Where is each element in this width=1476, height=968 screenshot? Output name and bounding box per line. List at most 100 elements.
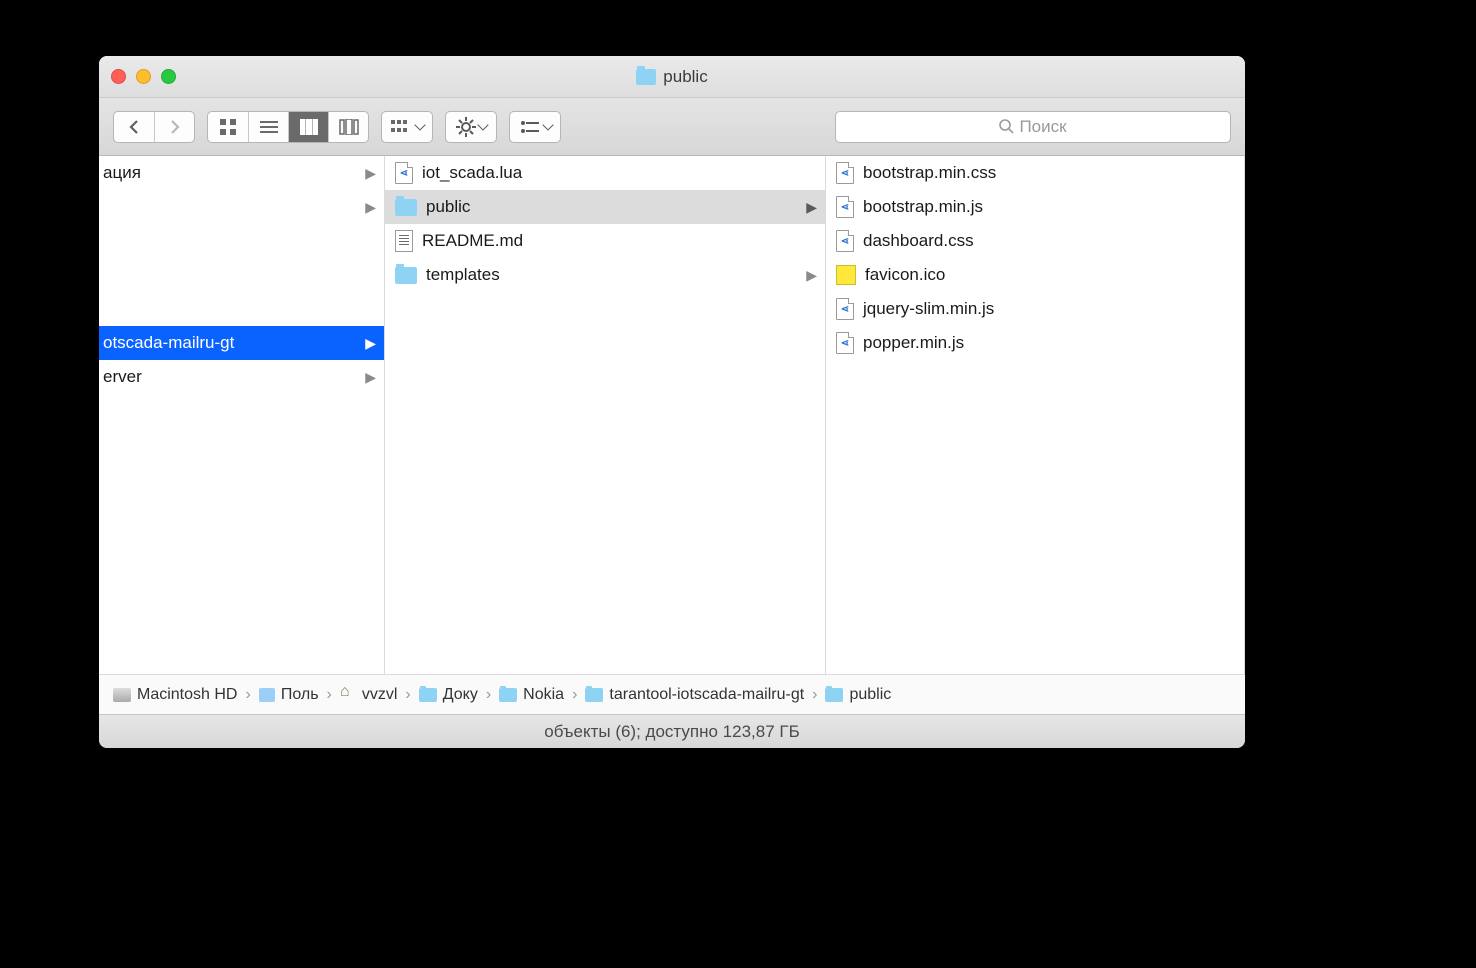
path-label: vvzvl: [362, 686, 398, 704]
disclosure-arrow-icon: ▶: [365, 335, 376, 352]
search-placeholder: Поиск: [1019, 117, 1066, 137]
folder-icon: [395, 267, 417, 284]
file-item[interactable]: favicon.ico: [826, 258, 1244, 292]
path-separator: ›: [327, 686, 332, 704]
path-separator: ›: [572, 686, 577, 704]
file-item[interactable]: ⋖ bootstrap.min.js: [826, 190, 1244, 224]
path-crumb[interactable]: tarantool-iotscada-mailru-gt: [585, 686, 804, 704]
path-label: Nokia: [523, 686, 564, 704]
share-icon: [519, 119, 541, 135]
path-separator: ›: [405, 686, 410, 704]
window-title: public: [636, 67, 707, 87]
file-item[interactable]: README.md: [385, 224, 825, 258]
toolbar: Поиск: [99, 98, 1245, 156]
item-label: dashboard.css: [863, 231, 974, 251]
path-crumb[interactable]: public: [825, 686, 891, 704]
file-item[interactable]: ⋖popper.min.js: [826, 326, 1244, 360]
favicon-icon: [836, 265, 856, 285]
chevron-down-icon: [414, 119, 425, 130]
folder-icon: [636, 69, 656, 85]
code-file-icon: ⋖: [836, 196, 854, 218]
sidebar-item[interactable]: [99, 258, 384, 292]
item-label: iot_scada.lua: [422, 163, 522, 183]
grid-icon: [219, 118, 237, 136]
chevron-left-icon: [128, 119, 140, 135]
disclosure-arrow-icon: ▶: [365, 369, 376, 386]
forward-button[interactable]: [154, 112, 194, 142]
search-field[interactable]: Поиск: [835, 111, 1231, 143]
window-title-text: public: [663, 67, 707, 87]
code-file-icon: ⋖: [836, 298, 854, 320]
column-0: ация▶ ▶ otscada-mailru-gt ▶ erver ▶: [99, 156, 385, 674]
chevron-down-icon: [477, 119, 488, 130]
status-text: объекты (6); доступно 123,87 ГБ: [544, 722, 800, 742]
file-item[interactable]: ⋖ iot_scada.lua: [385, 156, 825, 190]
item-label: jquery-slim.min.js: [863, 299, 994, 319]
sidebar-item[interactable]: ация▶: [99, 156, 384, 190]
path-crumb[interactable]: Доку: [419, 686, 478, 704]
chevron-right-icon: [169, 119, 181, 135]
sidebar-item[interactable]: [99, 292, 384, 326]
view-list-button[interactable]: [248, 112, 288, 142]
close-window-button[interactable]: [111, 69, 126, 84]
item-label: otscada-mailru-gt: [103, 333, 234, 353]
view-mode-segment: [207, 111, 369, 143]
file-item[interactable]: ⋖bootstrap.min.css: [826, 156, 1244, 190]
column-2: ⋖bootstrap.min.css⋖bootstrap.min.js⋖dash…: [826, 156, 1245, 674]
gallery-icon: [339, 119, 359, 135]
minimize-window-button[interactable]: [136, 69, 151, 84]
fullscreen-window-button[interactable]: [161, 69, 176, 84]
path-label: tarantool-iotscada-mailru-gt: [609, 686, 804, 704]
path-crumb[interactable]: vvzvl: [340, 686, 398, 704]
file-item[interactable]: ⋖ jquery-slim.min.js: [826, 292, 1244, 326]
sidebar-item[interactable]: otscada-mailru-gt ▶: [99, 326, 384, 360]
path-label: public: [849, 686, 891, 704]
item-label: bootstrap.min.css: [863, 163, 996, 183]
path-crumb[interactable]: Поль: [259, 686, 319, 704]
item-label: README.md: [422, 231, 523, 251]
code-file-icon: ⋖: [395, 162, 413, 184]
folder-icon: [419, 688, 437, 702]
action-button[interactable]: [445, 111, 497, 143]
sidebar-item[interactable]: erver ▶: [99, 360, 384, 394]
folder-icon: [825, 688, 843, 702]
path-label: Macintosh HD: [137, 686, 237, 704]
file-item[interactable]: ⋖dashboard.css: [826, 224, 1244, 258]
nav-buttons: [113, 111, 195, 143]
path-separator: ›: [486, 686, 491, 704]
sidebar-item[interactable]: [99, 224, 384, 258]
markdown-file-icon: [395, 230, 413, 252]
path-bar: Macintosh HD › Поль › vvzvl › Доку › Nokia › taran…: [99, 674, 1245, 714]
code-file-icon: ⋖: [836, 332, 854, 354]
path-crumb[interactable]: Macintosh HD: [113, 686, 237, 704]
chevron-down-icon: [542, 119, 553, 130]
arrange-button[interactable]: [381, 111, 433, 143]
folder-icon: [395, 199, 417, 216]
disclosure-arrow-icon: ▶: [806, 199, 817, 216]
search-icon: [999, 119, 1014, 134]
column-1: ⋖iot_scada.luapublic▶README.mdtemplates▶: [385, 156, 826, 674]
back-button[interactable]: [114, 112, 154, 142]
traffic-lights: [111, 69, 176, 84]
file-item[interactable]: templates▶: [385, 258, 825, 292]
file-item[interactable]: public▶: [385, 190, 825, 224]
item-label: erver: [103, 367, 142, 387]
item-label: templates: [426, 265, 500, 285]
sidebar-item[interactable]: ▶: [99, 190, 384, 224]
share-button[interactable]: [509, 111, 561, 143]
disclosure-arrow-icon: ▶: [365, 199, 376, 216]
view-icons-button[interactable]: [208, 112, 248, 142]
item-label: ация: [103, 163, 141, 183]
path-crumb[interactable]: Nokia: [499, 686, 564, 704]
gear-icon: [456, 117, 476, 137]
path-separator: ›: [812, 686, 817, 704]
folder-icon: [585, 688, 603, 702]
view-columns-button[interactable]: [288, 112, 328, 142]
item-label: bootstrap.min.js: [863, 197, 983, 217]
home-icon: [340, 688, 356, 702]
path-separator: ›: [245, 686, 250, 704]
disk-icon: [113, 688, 131, 702]
titlebar: public: [99, 56, 1245, 98]
view-gallery-button[interactable]: [328, 112, 368, 142]
status-bar: объекты (6); доступно 123,87 ГБ: [99, 714, 1245, 748]
